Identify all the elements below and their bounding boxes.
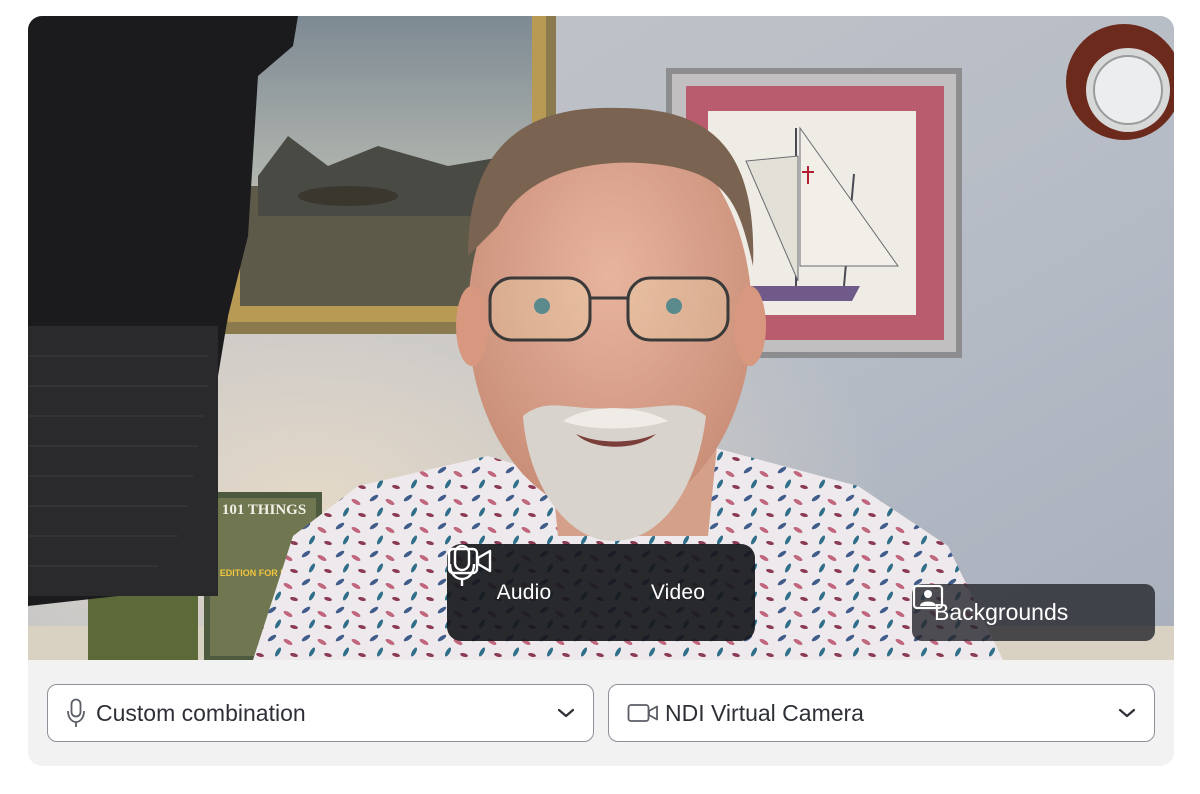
audio-source-value: Custom combination: [96, 699, 306, 726]
chevron-down-icon: [1118, 707, 1136, 719]
camera-setup-card: 101 THINGS SPECIAL EDITION FOR PASTORS O…: [28, 16, 1174, 766]
video-toggle-label: Video: [650, 580, 706, 604]
backgrounds-label: Backgrounds: [934, 599, 1069, 625]
video-source-select[interactable]: NDI Virtual Camera: [608, 684, 1155, 742]
microphone-icon: [66, 698, 86, 728]
media-toggle-bar: Audio Video: [447, 544, 755, 641]
video-camera-icon: [627, 702, 659, 724]
backgrounds-button[interactable]: Backgrounds: [912, 584, 1155, 641]
video-source-value: NDI Virtual Camera: [665, 699, 864, 726]
chevron-down-icon: [557, 707, 575, 719]
video-toggle-button[interactable]: Video: [447, 544, 755, 641]
book-title: 101 THINGS: [222, 502, 306, 518]
audio-source-select[interactable]: Custom combination: [47, 684, 594, 742]
camera-preview: 101 THINGS SPECIAL EDITION FOR PASTORS O…: [28, 16, 1174, 660]
audio-toggle-label: Audio: [496, 580, 552, 604]
